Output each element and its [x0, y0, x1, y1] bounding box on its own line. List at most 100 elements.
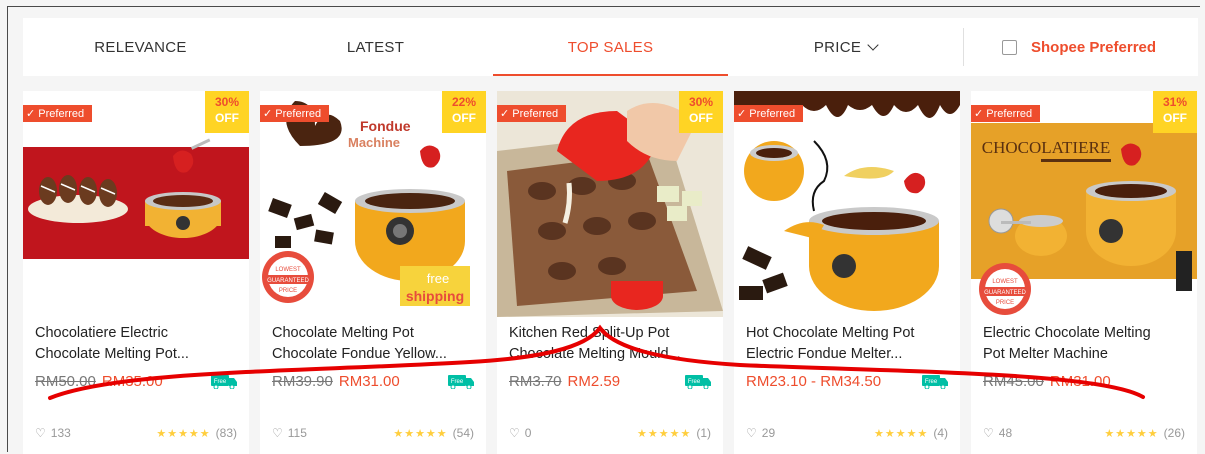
preferred-badge: ✓ Preferred — [497, 105, 567, 122]
original-price: RM50.00 — [35, 373, 96, 390]
tab-relevance-label: RELEVANCE — [94, 38, 187, 56]
original-price: RM45.00 — [983, 373, 1044, 390]
discount-suffix: OFF — [452, 111, 476, 125]
price-row: RM3.70 RM2.59 — [509, 373, 620, 390]
free-shipping-icon: Free — [448, 375, 474, 389]
like-count-value: 0 — [524, 426, 532, 440]
like-count-value: 115 — [287, 426, 307, 440]
product-title-line1: Hot Chocolate Melting Pot — [746, 325, 915, 341]
preferred-checkbox[interactable] — [1002, 39, 1017, 55]
preferred-badge: ✓ Preferred — [260, 105, 330, 122]
tab-relevance[interactable]: RELEVANCE — [23, 18, 258, 76]
product-title[interactable]: Chocolate Melting Pot Chocolate Fondue Y… — [272, 323, 476, 365]
discount-value: 30% — [688, 95, 714, 109]
heart-icon: ♡ — [272, 426, 283, 440]
preferred-badge-text: Preferred — [986, 108, 1033, 120]
preferred-filter-label: Shopee Preferred — [1031, 38, 1157, 56]
star-rating-icon: ★★★★★ — [393, 428, 448, 440]
star-rating-icon: ★★★★★ — [156, 428, 211, 440]
discount-suffix: OFF — [215, 111, 239, 125]
price-row: RM39.90 RM31.00 — [272, 373, 400, 390]
like-count-value: 133 — [50, 426, 71, 440]
review-count: (83) — [215, 426, 237, 440]
price-row: RM50.00 RM35.00 — [35, 373, 163, 390]
img-free-text: free — [427, 271, 449, 286]
tab-latest[interactable]: LATEST — [258, 18, 493, 76]
like-count[interactable]: ♡ 48 — [983, 426, 1012, 440]
product-title[interactable]: Electric Chocolate Melting Pot Melter Ma… — [983, 323, 1187, 365]
like-count[interactable]: ♡ 115 — [272, 426, 307, 440]
product-card[interactable]: ✓ Preferred 30% OFF Chocolatiere Electric… — [23, 91, 249, 454]
review-count: (4) — [933, 426, 948, 440]
discount-suffix: OFF — [689, 111, 713, 125]
img-fondue-text: Fondue — [360, 118, 411, 134]
like-count[interactable]: ♡ 133 — [35, 426, 71, 440]
product-title-line1: Chocolatiere Electric — [35, 325, 168, 341]
product-card[interactable]: CHOCOLATIERE LOWEST GUARANTEED PRICE ✓ P… — [971, 91, 1197, 454]
discount-value: 30% — [214, 95, 240, 109]
product-title-line1: Kitchen Red Split-Up Pot — [509, 325, 670, 341]
tab-price-label: PRICE — [813, 38, 862, 56]
rating: ★★★★★ (54) — [393, 426, 474, 440]
free-shipping-text: Free — [688, 379, 701, 385]
heart-icon: ♡ — [35, 426, 46, 440]
review-count: (54) — [452, 426, 474, 440]
product-title[interactable]: Hot Chocolate Melting Pot Electric Fondu… — [746, 323, 950, 365]
free-shipping-text: Free — [214, 379, 227, 385]
sort-bar: RELEVANCE LATEST TOP SALES PRICE Shopee … — [23, 18, 1198, 76]
free-shipping-icon: Free — [211, 375, 237, 389]
product-title[interactable]: Chocolatiere Electric Chocolate Melting … — [35, 323, 239, 365]
img-lowest-text: LOWEST — [275, 267, 301, 273]
preferred-badge-text: Preferred — [275, 108, 322, 120]
product-title-line2: Chocolate Melting Pot... — [35, 346, 189, 362]
product-card[interactable]: ✓ Preferred 30% OFF Kitchen Red Split-Up … — [497, 91, 723, 454]
tab-top-sales[interactable]: TOP SALES — [493, 18, 728, 76]
sale-price: RM2.59 — [567, 373, 621, 390]
product-title-line2: Chocolate Melting Mould... — [509, 346, 681, 362]
discount-value: 31% — [1162, 95, 1188, 109]
sale-price: RM35.00 — [101, 373, 163, 390]
img-shipping-text: shipping — [406, 288, 464, 304]
shopee-preferred-filter[interactable]: Shopee Preferred — [964, 18, 1156, 76]
tab-latest-label: LATEST — [346, 38, 405, 56]
price-row: RM45.00 RM31.00 — [983, 373, 1111, 390]
img-machine-text: Machine — [348, 135, 400, 150]
free-shipping-text: Free — [925, 379, 938, 385]
img-guaranteed-text: GUARANTEED — [267, 278, 309, 284]
free-shipping-icon: Free — [922, 375, 948, 389]
product-title-line1: Chocolate Melting Pot — [272, 325, 414, 341]
review-count: (26) — [1163, 426, 1185, 440]
sale-price: RM23.10 - RM34.50 — [746, 373, 882, 390]
preferred-badge: ✓ Preferred — [23, 105, 93, 122]
rating: ★★★★★ (4) — [874, 426, 948, 440]
discount-badge: 30% OFF — [205, 91, 249, 133]
product-card[interactable]: ✓ Preferred Hot Chocolate Melting Pot El… — [734, 91, 960, 454]
tab-top-sales-label: TOP SALES — [567, 38, 654, 56]
price-row: RM23.10 - RM34.50 — [746, 373, 881, 390]
heart-icon: ♡ — [983, 426, 994, 440]
product-title-line2: Electric Fondue Melter... — [746, 346, 903, 362]
rating: ★★★★★ (26) — [1104, 426, 1185, 440]
product-card[interactable]: Fondue Machine LOWEST GUARANTEED PRICE f… — [260, 91, 486, 454]
like-count[interactable]: ♡ 29 — [746, 426, 775, 440]
like-count-value: 48 — [998, 426, 1013, 440]
product-image — [734, 91, 960, 317]
discount-value: 22% — [451, 95, 477, 109]
img-price-text: PRICE — [279, 288, 297, 294]
star-rating-icon: ★★★★★ — [637, 428, 692, 440]
img-guaranteed-text: GUARANTEED — [984, 290, 1026, 296]
tab-price[interactable]: PRICE — [728, 18, 963, 76]
img-price-text: PRICE — [996, 300, 1014, 306]
img-brand-text: CHOCOLATIERE — [982, 138, 1110, 157]
star-rating-icon: ★★★★★ — [874, 428, 929, 440]
discount-suffix: OFF — [1163, 111, 1187, 125]
product-title[interactable]: Kitchen Red Split-Up Pot Chocolate Melti… — [509, 323, 713, 365]
like-count-value: 29 — [761, 426, 776, 440]
product-image-art — [734, 91, 960, 317]
preferred-badge-text: Preferred — [749, 108, 796, 120]
like-count[interactable]: ♡ 0 — [509, 426, 531, 440]
discount-badge: 31% OFF — [1153, 91, 1197, 133]
sale-price: RM31.00 — [338, 373, 400, 390]
discount-badge: 22% OFF — [442, 91, 486, 133]
star-rating-icon: ★★★★★ — [1104, 428, 1159, 440]
